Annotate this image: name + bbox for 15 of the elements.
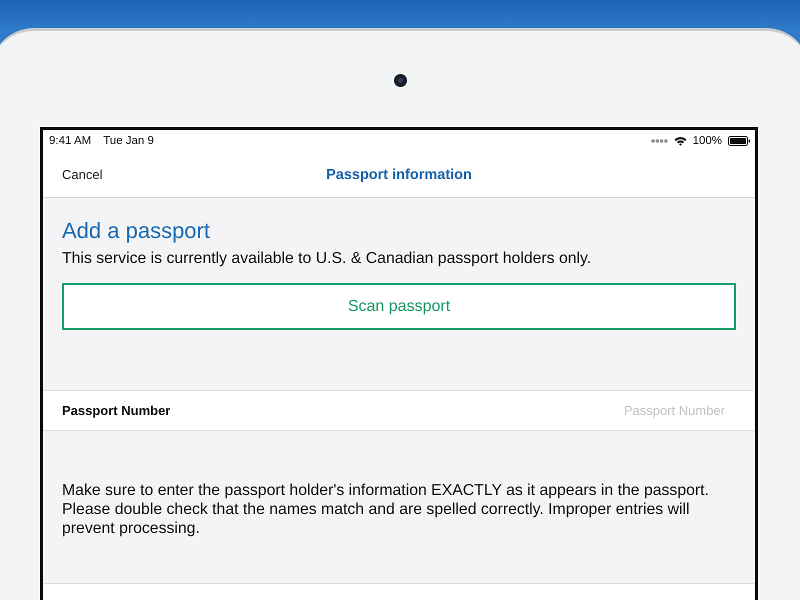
battery-percentage: 100% [692,135,722,148]
page-heading: Add a passport [62,218,211,244]
field-label: Passport Number [43,390,170,432]
signal-dots-icon [650,139,668,144]
status-time: 9:41 AM [49,135,92,148]
battery-icon [728,136,750,146]
scan-passport-button[interactable]: Scan passport [62,283,736,330]
nav-title: Passport information [326,166,472,183]
instructions-text: Make sure to enter the passport holder's information EXACTLY as it appears in the passport. Please double check that the names match and are spelled correctly. Improper entries will prevent processing. [62,481,710,538]
passport-number-field[interactable]: Passport Number [170,390,755,432]
service-notice: This service is currently available to U.S. & Canadian passport holders only. [62,250,592,268]
status-date: Tue Jan 9 [103,135,154,148]
wifi-icon [674,136,687,146]
cancel-button[interactable]: Cancel [62,167,102,182]
camera-lens-icon [394,74,406,87]
